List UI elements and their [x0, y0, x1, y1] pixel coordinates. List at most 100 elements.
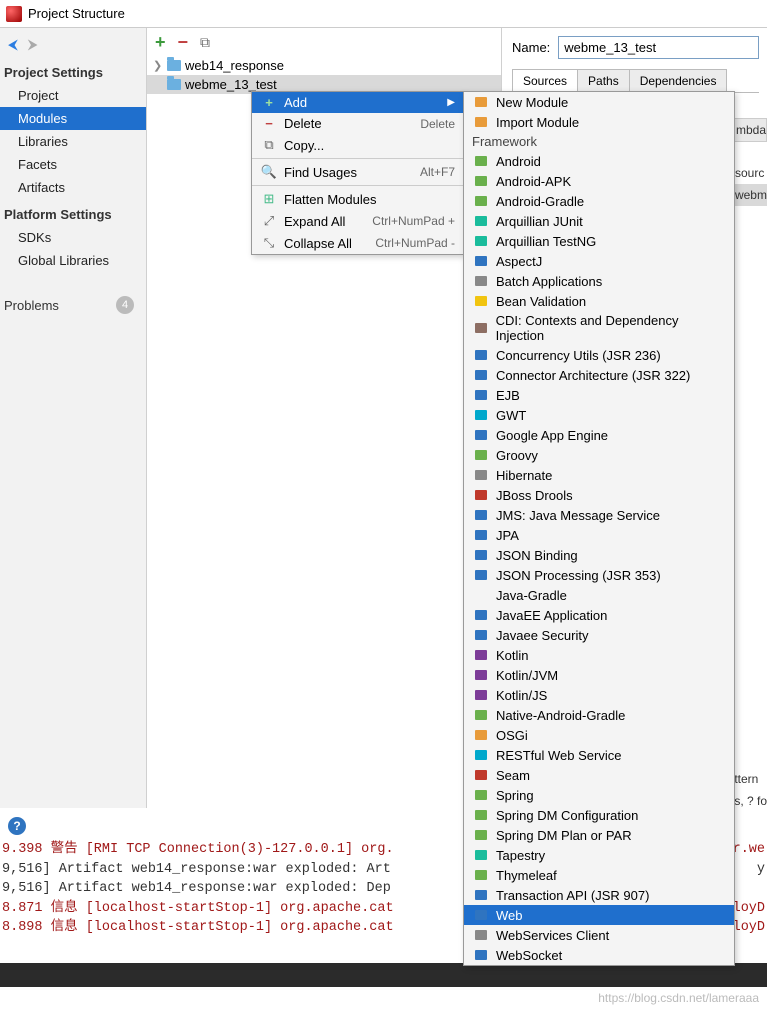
submenu-item-label: Concurrency Utils (JSR 236)	[496, 348, 661, 363]
submenu-item-native-android-gradle[interactable]: Native-Android-Gradle	[464, 705, 734, 725]
submenu-item-bean-validation[interactable]: Bean Validation	[464, 291, 734, 311]
sidebar-item-project[interactable]: Project	[0, 84, 146, 107]
submenu-item-google-app-engine[interactable]: Google App Engine	[464, 425, 734, 445]
plus-icon: +	[260, 95, 278, 110]
framework-icon	[472, 347, 490, 363]
sidebar-item-problems[interactable]: Problems 4	[0, 288, 146, 318]
submenu-item-android[interactable]: Android	[464, 151, 734, 171]
submenu-item-connector-architecture-jsr-[interactable]: Connector Architecture (JSR 322)	[464, 365, 734, 385]
framework-icon	[472, 94, 490, 110]
framework-icon	[472, 907, 490, 923]
submenu-item-new-module[interactable]: New Module	[464, 92, 734, 112]
menu-item-copy-[interactable]: ⧉Copy...	[252, 134, 463, 156]
framework-icon	[472, 387, 490, 403]
submenu-item-label: Arquillian JUnit	[496, 214, 583, 229]
submenu-item-concurrency-utils-jsr-[interactable]: Concurrency Utils (JSR 236)	[464, 345, 734, 365]
submenu-item-aspectj[interactable]: AspectJ	[464, 251, 734, 271]
tab-dependencies[interactable]: Dependencies	[629, 69, 728, 92]
menu-item-expand-all[interactable]: ⤢Expand AllCtrl+NumPad +	[252, 210, 463, 232]
sidebar-item-artifacts[interactable]: Artifacts	[0, 176, 146, 199]
submenu-item-restful-web-service[interactable]: RESTful Web Service	[464, 745, 734, 765]
submenu-item-javaee-security[interactable]: Javaee Security	[464, 625, 734, 645]
submenu-item-kotlin-js[interactable]: Kotlin/JS	[464, 685, 734, 705]
submenu-item-label: Kotlin/JVM	[496, 668, 558, 683]
chevron-right-icon[interactable]: ❯	[153, 59, 163, 72]
submenu-item-websocket[interactable]: WebSocket	[464, 945, 734, 965]
submenu-item-spring-dm-configuration[interactable]: Spring DM Configuration	[464, 805, 734, 825]
framework-icon	[472, 587, 490, 603]
menu-item-flatten-modules[interactable]: ⊞Flatten Modules	[252, 188, 463, 210]
submenu-item-label: Spring DM Plan or PAR	[496, 828, 632, 843]
framework-icon	[472, 687, 490, 703]
sidebar-item-facets[interactable]: Facets	[0, 153, 146, 176]
submenu-item-import-module[interactable]: Import Module	[464, 112, 734, 132]
tree-node[interactable]: ❯ web14_response	[147, 56, 501, 75]
detail-tabs: Sources Paths Dependencies	[512, 69, 759, 93]
framework-icon	[472, 367, 490, 383]
menu-item-delete[interactable]: −DeleteDelete	[252, 113, 463, 134]
submenu-item-jboss-drools[interactable]: JBoss Drools	[464, 485, 734, 505]
submenu-item-spring[interactable]: Spring	[464, 785, 734, 805]
submenu-item-osgi[interactable]: OSGi	[464, 725, 734, 745]
nav-arrows: ⮜ ⮞	[0, 32, 146, 57]
submenu-item-webservices-client[interactable]: WebServices Client	[464, 925, 734, 945]
submenu-item-transaction-api-jsr-[interactable]: Transaction API (JSR 907)	[464, 885, 734, 905]
framework-icon	[472, 487, 490, 503]
framework-icon	[472, 233, 490, 249]
submenu-item-tapestry[interactable]: Tapestry	[464, 845, 734, 865]
submenu-item-javaee-application[interactable]: JavaEE Application	[464, 605, 734, 625]
submenu-item-arquillian-testng[interactable]: Arquillian TestNG	[464, 231, 734, 251]
submenu-item-batch-applications[interactable]: Batch Applications	[464, 271, 734, 291]
submenu-item-json-binding[interactable]: JSON Binding	[464, 545, 734, 565]
framework-icon	[472, 320, 490, 336]
submenu-item-kotlin-jvm[interactable]: Kotlin/JVM	[464, 665, 734, 685]
submenu-item-android-apk[interactable]: Android-APK	[464, 171, 734, 191]
tab-paths[interactable]: Paths	[577, 69, 630, 92]
menu-item-find-usages[interactable]: 🔍Find UsagesAlt+F7	[252, 161, 463, 183]
remove-icon[interactable]: −	[178, 32, 189, 53]
framework-icon	[472, 647, 490, 663]
submenu-item-seam[interactable]: Seam	[464, 765, 734, 785]
menu-item-collapse-all[interactable]: ⤡Collapse AllCtrl+NumPad -	[252, 232, 463, 254]
submenu-item-hibernate[interactable]: Hibernate	[464, 465, 734, 485]
submenu-item-label: Javaee Security	[496, 628, 589, 643]
submenu-item-jpa[interactable]: JPA	[464, 525, 734, 545]
forward-icon[interactable]: ⮞	[28, 36, 38, 52]
submenu-item-kotlin[interactable]: Kotlin	[464, 645, 734, 665]
name-row: Name:	[512, 36, 759, 59]
back-icon[interactable]: ⮜	[8, 36, 18, 52]
tab-sources[interactable]: Sources	[512, 69, 578, 92]
framework-icon	[472, 547, 490, 563]
menu-item-label: Collapse All	[284, 236, 375, 251]
copy-icon[interactable]: ⧉	[200, 34, 210, 51]
sidebar-item-global-libraries[interactable]: Global Libraries	[0, 249, 146, 272]
submenu-item-label: GWT	[496, 408, 526, 423]
submenu-item-ejb[interactable]: EJB	[464, 385, 734, 405]
submenu-item-thymeleaf[interactable]: Thymeleaf	[464, 865, 734, 885]
submenu-item-gwt[interactable]: GWT	[464, 405, 734, 425]
framework-icon	[472, 747, 490, 763]
submenu-item-arquillian-junit[interactable]: Arquillian JUnit	[464, 211, 734, 231]
sidebar-item-modules[interactable]: Modules	[0, 107, 146, 130]
console-line-tail: r.we	[733, 840, 765, 860]
help-icon[interactable]: ?	[8, 817, 26, 835]
add-icon[interactable]: +	[155, 32, 166, 53]
submenu-item-label: JavaEE Application	[496, 608, 607, 623]
framework-icon	[472, 293, 490, 309]
submenu-item-groovy[interactable]: Groovy	[464, 445, 734, 465]
menu-item-add[interactable]: +Add▶	[252, 92, 463, 113]
submenu-item-web[interactable]: Web	[464, 905, 734, 925]
app-icon	[6, 6, 22, 22]
section-platform-settings: Platform Settings	[0, 199, 146, 226]
sidebar-item-libraries[interactable]: Libraries	[0, 130, 146, 153]
minus-icon: −	[260, 116, 278, 131]
framework-icon	[472, 807, 490, 823]
submenu-item-spring-dm-plan-or-par[interactable]: Spring DM Plan or PAR	[464, 825, 734, 845]
submenu-item-cdi-contexts-and-dependency-injection[interactable]: CDI: Contexts and Dependency Injection	[464, 311, 734, 345]
submenu-item-android-gradle[interactable]: Android-Gradle	[464, 191, 734, 211]
submenu-item-json-processing-jsr-[interactable]: JSON Processing (JSR 353)	[464, 565, 734, 585]
submenu-item-jms-java-message-service[interactable]: JMS: Java Message Service	[464, 505, 734, 525]
submenu-item-java-gradle[interactable]: Java-Gradle	[464, 585, 734, 605]
module-name-input[interactable]	[558, 36, 759, 59]
sidebar-item-sdks[interactable]: SDKs	[0, 226, 146, 249]
